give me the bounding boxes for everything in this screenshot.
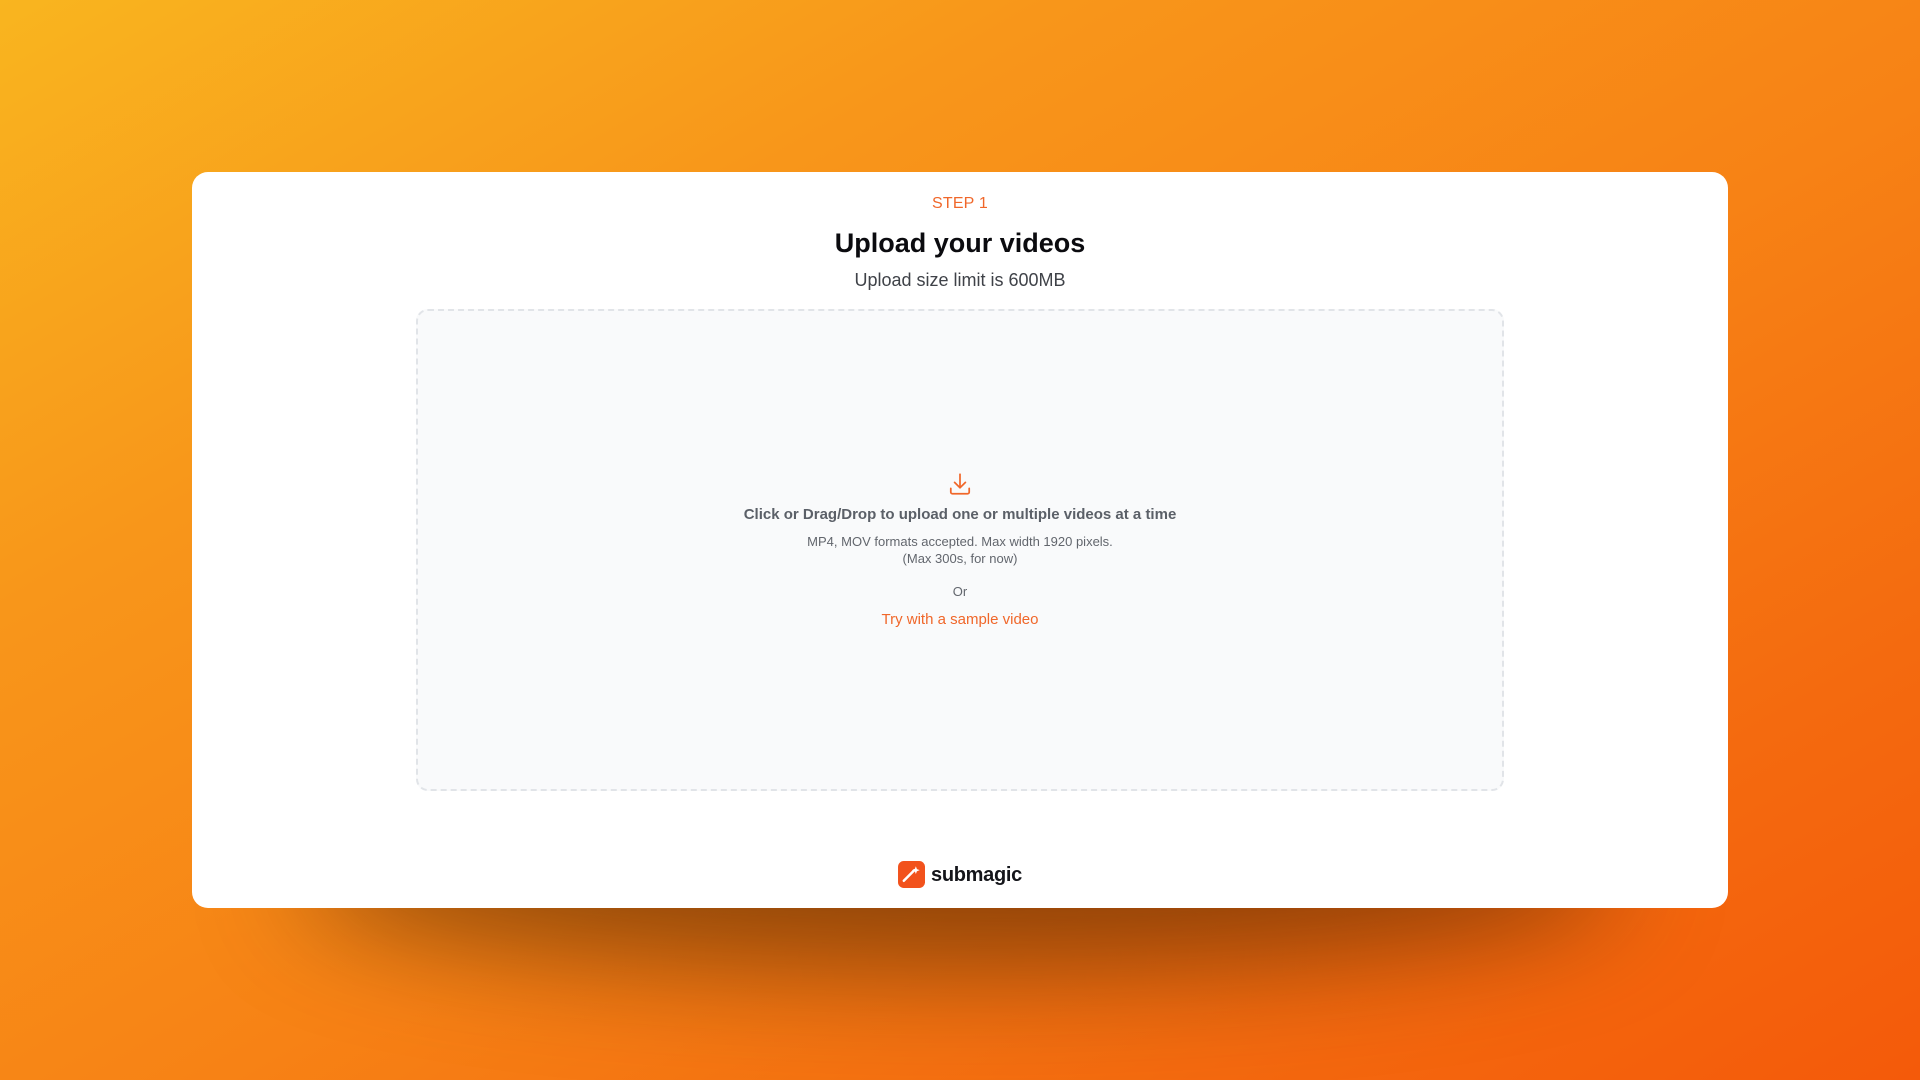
upload-card: STEP 1 Upload your videos Upload size li… [192,172,1728,908]
formats-note: MP4, MOV formats accepted. Max width 192… [807,533,1113,549]
brand-name: submagic [931,863,1022,886]
dropzone-title: Click or Drag/Drop to upload one or mult… [743,505,1177,523]
sample-video-link[interactable]: Try with a sample video [881,610,1038,630]
step-label: STEP 1 [931,195,989,212]
brand-logo: submagic [898,861,1022,888]
submagic-logo-icon [898,861,926,888]
upload-dropzone[interactable]: Click or Drag/Drop to upload one or mult… [416,309,1504,791]
or-divider-text: Or [952,583,968,599]
upload-size-limit: Upload size limit is 600MB [854,270,1066,290]
dropzone-format-note: MP4, MOV formats accepted. Max width 192… [807,533,1113,567]
page-title: Upload your videos [834,228,1086,258]
duration-note: (Max 300s, for now) [902,550,1018,566]
download-icon [949,472,971,495]
